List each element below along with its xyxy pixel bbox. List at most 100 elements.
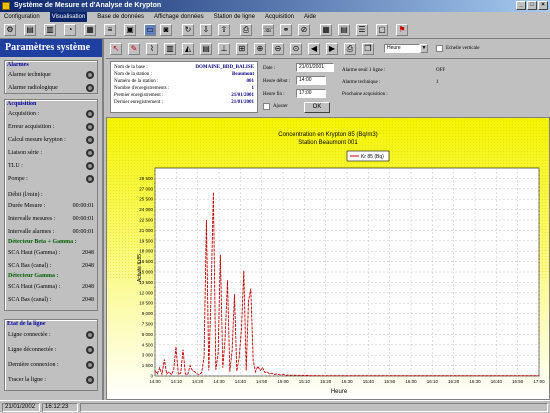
chart-toolbar: ↖ ✎ ⌇ ▥ ◭ ▤ ⊥ ⊞ ⊕ ⊖ ⊙ ◀ ▶ ⎙ ❐ Heure ▼ Ec… bbox=[106, 39, 550, 59]
y-tick-label: 9 000 bbox=[142, 311, 154, 316]
group-title: Acquisition bbox=[7, 101, 37, 107]
status-time: 16:12:23 bbox=[42, 403, 78, 412]
y-tick-label: 4 500 bbox=[142, 342, 154, 347]
chart-icon[interactable]: ▥ bbox=[44, 24, 56, 36]
disconnect-icon[interactable]: ⊘ bbox=[298, 24, 310, 36]
start-time-input[interactable]: 14:00 bbox=[296, 76, 326, 85]
x-tick-label: 15:20 bbox=[320, 379, 332, 384]
x-tick-label: 15:30 bbox=[341, 379, 353, 384]
status-row: Pompe : bbox=[5, 172, 97, 185]
alarm-right-value: OFF bbox=[436, 68, 446, 73]
line-chart-icon[interactable]: ⌇ bbox=[146, 43, 158, 55]
link-icon[interactable]: ⚭ bbox=[280, 24, 292, 36]
document-icon[interactable]: ▤ bbox=[24, 24, 36, 36]
title-bar: Système de Mesure et d'Analyse de Krypto… bbox=[0, 0, 550, 12]
period-select[interactable]: Heure bbox=[384, 44, 420, 53]
monitor-icon[interactable]: ▭ bbox=[144, 24, 156, 36]
grid-toggle-icon[interactable]: ⊞ bbox=[236, 43, 248, 55]
param-value: 2048 bbox=[82, 283, 94, 290]
scroll-left-icon[interactable]: ◀ bbox=[308, 43, 320, 55]
calendar-icon[interactable]: ▣ bbox=[124, 24, 136, 36]
y-tick-label: 3 000 bbox=[142, 353, 154, 358]
alarm-row: Alarme technique bbox=[5, 68, 97, 81]
alarm-right-label: Alarme seuil 1 ligne : bbox=[342, 68, 386, 73]
book-icon[interactable]: ▦ bbox=[84, 24, 96, 36]
print-chart-icon[interactable]: ⎙ bbox=[344, 43, 356, 55]
scroll-right-icon[interactable]: ▶ bbox=[326, 43, 338, 55]
menu-display-data[interactable]: Affichage données bbox=[154, 12, 204, 22]
maximize-button[interactable]: □ bbox=[527, 1, 537, 10]
vertical-scale-checkbox[interactable] bbox=[436, 45, 443, 52]
menu-visualisation[interactable]: Visualisation bbox=[49, 12, 88, 22]
adjust-checkbox[interactable] bbox=[263, 103, 270, 110]
grid-icon[interactable]: ▦ bbox=[320, 24, 332, 36]
info-row: Nom de la base : DOMAINE_BDD_BALISE bbox=[114, 64, 254, 71]
pen-icon[interactable]: ✎ bbox=[128, 43, 140, 55]
alarm-row: Alarme radiologique bbox=[5, 81, 97, 94]
menu-acquisition[interactable]: Acquisition bbox=[265, 12, 294, 22]
x-tick-label: 16:00 bbox=[405, 379, 417, 384]
refresh-icon[interactable]: ↻ bbox=[182, 24, 194, 36]
status-led-icon bbox=[86, 122, 94, 131]
stack-icon[interactable]: ☰ bbox=[356, 24, 368, 36]
param-row: SCA Haut (Gamma) : 2048 bbox=[5, 280, 97, 293]
info-row: Nombre d'enregistrements : 1 bbox=[114, 85, 254, 92]
status-message bbox=[80, 403, 548, 412]
cursor-icon[interactable]: ↖ bbox=[110, 43, 122, 55]
y-tick-label: 25 500 bbox=[139, 197, 153, 202]
y-tick-label: 19 500 bbox=[139, 238, 153, 243]
hist-icon[interactable]: ▤ bbox=[200, 43, 212, 55]
krypton-chart[interactable]: Concentration en Krypton 85 (Bq/m3) Stat… bbox=[107, 118, 549, 399]
x-tick-label: 15:40 bbox=[363, 379, 375, 384]
axis-icon[interactable]: ⊥ bbox=[218, 43, 230, 55]
info-value: Beaumont bbox=[232, 72, 254, 77]
end-time-input[interactable]: 17:00 bbox=[296, 89, 326, 98]
list-icon[interactable]: ≡ bbox=[104, 24, 116, 36]
copy-icon[interactable]: ❐ bbox=[362, 43, 374, 55]
info-row: Dernier enregistrement : 21/01/2001 bbox=[114, 99, 254, 106]
bar-chart-icon[interactable]: ▥ bbox=[164, 43, 176, 55]
line-row: Ligne connectée : bbox=[5, 327, 97, 342]
param-value: 00:00:01 bbox=[72, 202, 94, 209]
status-led-icon bbox=[86, 375, 94, 384]
minimize-button[interactable]: _ bbox=[516, 1, 526, 10]
chevron-down-icon[interactable]: ▼ bbox=[420, 44, 428, 53]
area-chart-icon[interactable]: ◭ bbox=[182, 43, 194, 55]
param-value: 2048 bbox=[82, 296, 94, 303]
gauge-icon[interactable]: ◔ bbox=[64, 24, 76, 36]
camera-icon[interactable]: ◙ bbox=[160, 24, 172, 36]
y-tick-label: 7 500 bbox=[142, 322, 154, 327]
y-tick-label: 21 000 bbox=[139, 228, 153, 233]
status-label: Liaison série : bbox=[8, 149, 42, 156]
menu-configuration[interactable]: Configuration bbox=[4, 12, 40, 22]
window-icon[interactable]: ▢ bbox=[376, 24, 388, 36]
phone-icon[interactable]: ☏ bbox=[262, 24, 274, 36]
plot-area: 01 5003 0004 5006 0007 5009 00010 50012 … bbox=[139, 167, 545, 384]
date-input[interactable]: 21/01/2001 bbox=[296, 63, 334, 72]
param-row: Intervalle mesures : 00:00:01 bbox=[5, 212, 97, 225]
menu-help[interactable]: Aide bbox=[304, 12, 316, 22]
status-row: TLU : bbox=[5, 159, 97, 172]
export-icon[interactable]: ⇧ bbox=[218, 24, 230, 36]
flag-icon[interactable]: ⚑ bbox=[396, 24, 408, 36]
menu-line-station[interactable]: Station de ligne bbox=[214, 12, 255, 22]
line-label: Ligne déconnectée : bbox=[8, 346, 57, 353]
table-icon[interactable]: ▤ bbox=[338, 24, 350, 36]
y-tick-label: 1 500 bbox=[142, 363, 154, 368]
x-tick-label: 14:40 bbox=[235, 379, 247, 384]
close-button[interactable]: × bbox=[538, 1, 548, 10]
ok-button[interactable]: OK bbox=[304, 102, 330, 113]
menu-database[interactable]: Base de données bbox=[97, 12, 144, 22]
import-icon[interactable]: ⇩ bbox=[200, 24, 212, 36]
zoom-reset-icon[interactable]: ⊙ bbox=[290, 43, 302, 55]
print-icon[interactable]: ⎙ bbox=[240, 24, 252, 36]
zoom-out-icon[interactable]: ⊖ bbox=[272, 43, 284, 55]
info-label: Dernier enregistrement : bbox=[114, 100, 163, 105]
status-label: Pompe : bbox=[8, 175, 28, 182]
line-row: Dernière connexion : bbox=[5, 357, 97, 372]
x-tick-label: 14:10 bbox=[171, 379, 183, 384]
database-info: Nom de la base : DOMAINE_BDD_BALISE Nom d… bbox=[110, 61, 258, 113]
config-icon[interactable]: ⚙ bbox=[4, 24, 16, 36]
zoom-in-icon[interactable]: ⊕ bbox=[254, 43, 266, 55]
status-bar: 21/01/2002 16:12:23 bbox=[0, 400, 550, 413]
